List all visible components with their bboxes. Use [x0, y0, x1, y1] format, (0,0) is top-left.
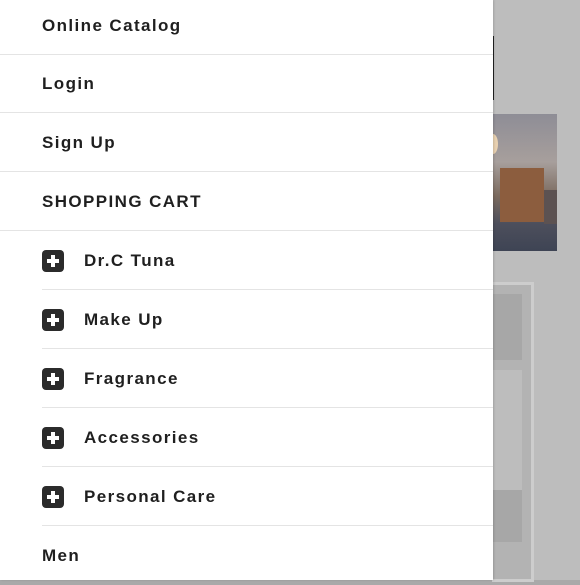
- menu-item-label: Online Catalog: [42, 15, 182, 35]
- plus-icon[interactable]: [42, 367, 64, 390]
- menu-category-dr-c-tuna[interactable]: Dr.C Tuna: [42, 232, 493, 290]
- menu-item-login[interactable]: Login: [0, 55, 493, 113]
- menu-item-online-catalog[interactable]: Online Catalog: [0, 0, 493, 55]
- side-menu-drawer: Online Catalog Login Sign Up SHOPPING CA…: [0, 0, 493, 580]
- menu-item-men[interactable]: Men: [0, 527, 493, 585]
- menu-category-label: Personal Care: [84, 486, 217, 506]
- plus-icon[interactable]: [42, 308, 64, 331]
- plus-icon[interactable]: [42, 426, 64, 449]
- menu-category-personal-care[interactable]: Personal Care: [42, 468, 493, 526]
- menu-category-label: Dr.C Tuna: [84, 250, 176, 270]
- menu-item-label: Login: [42, 73, 96, 93]
- menu-category-label: Accessories: [84, 427, 200, 447]
- plus-icon[interactable]: [42, 485, 64, 508]
- menu-item-label: SHOPPING CART: [42, 191, 202, 211]
- menu-item-label: Men: [42, 546, 81, 565]
- background-building: [500, 168, 544, 222]
- menu-category-accessories[interactable]: Accessories: [42, 409, 493, 467]
- background-card: [492, 490, 522, 542]
- menu-item-label: Sign Up: [42, 132, 117, 152]
- menu-category-label: Make Up: [84, 309, 164, 329]
- plus-icon[interactable]: [42, 249, 64, 272]
- menu-item-shopping-cart[interactable]: SHOPPING CART: [0, 173, 493, 231]
- background-card: [492, 294, 522, 360]
- menu-category-label: Fragrance: [84, 368, 179, 388]
- menu-category-fragrance[interactable]: Fragrance: [42, 350, 493, 408]
- menu-item-sign-up[interactable]: Sign Up: [0, 114, 493, 172]
- background-building-2: [544, 190, 557, 224]
- menu-category-make-up[interactable]: Make Up: [42, 291, 493, 349]
- background-card: [492, 370, 522, 490]
